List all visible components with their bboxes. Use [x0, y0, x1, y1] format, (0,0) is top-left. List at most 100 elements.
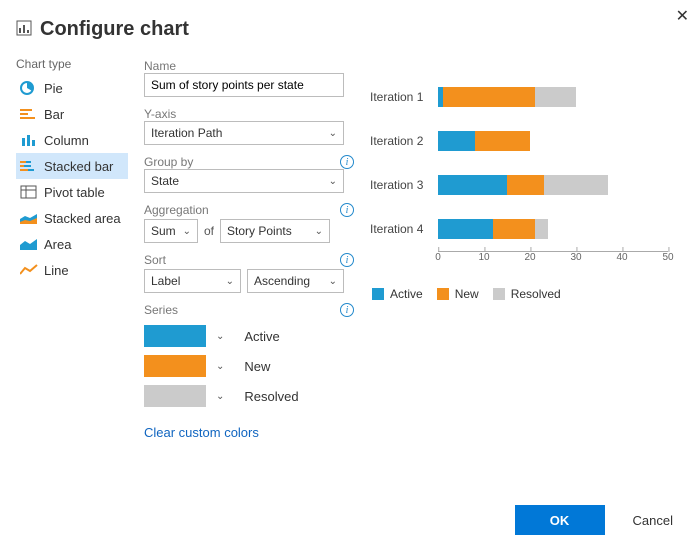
chart-preview: Iteration 1 Iteration 2 Iteration 3 Iterati… [370, 75, 680, 295]
legend-item: Active [372, 287, 423, 301]
legend-label: Resolved [511, 287, 561, 301]
chevron-down-icon[interactable]: ⌄ [216, 331, 224, 342]
axis-tick: 50 [662, 252, 673, 263]
chart-type-area[interactable]: Area [16, 231, 128, 257]
chart-row: Iteration 1 [370, 75, 680, 119]
series-label: Active [244, 329, 279, 344]
chart-bar [438, 131, 680, 151]
chart-type-bar[interactable]: Bar [16, 101, 128, 127]
chart-category-label: Iteration 3 [370, 178, 438, 192]
info-icon[interactable]: i [340, 253, 354, 267]
chevron-down-icon: ⌄ [329, 276, 337, 287]
chart-category-label: Iteration 2 [370, 134, 438, 148]
chart-segment-resolved [544, 175, 608, 195]
chevron-down-icon: ⌄ [226, 276, 234, 287]
chart-type-stacked-bar[interactable]: Stacked bar [16, 153, 128, 179]
chart-type-label: Stacked bar [44, 159, 113, 174]
ok-button[interactable]: OK [515, 505, 605, 535]
series-row-new: ⌄ New [144, 355, 354, 377]
aggregation-field-value: Story Points [227, 224, 292, 238]
legend-item: Resolved [493, 287, 561, 301]
yaxis-value: Iteration Path [151, 126, 222, 140]
pivot-table-icon [20, 185, 38, 199]
groupby-select[interactable]: State ⌄ [144, 169, 344, 193]
axis-tick: 10 [478, 252, 489, 263]
chart-type-stacked-area[interactable]: Stacked area [16, 205, 128, 231]
close-icon[interactable]: ✕ [676, 6, 689, 26]
series-color-swatch[interactable] [144, 325, 206, 347]
pie-icon [20, 81, 38, 95]
legend-label: Active [390, 287, 423, 301]
stacked-area-icon [20, 211, 38, 225]
series-color-swatch[interactable] [144, 355, 206, 377]
legend-item: New [437, 287, 479, 301]
chart-type-pivot-table[interactable]: Pivot table [16, 179, 128, 205]
series-row-active: ⌄ Active [144, 325, 354, 347]
chart-legend: Active New Resolved [372, 287, 680, 301]
axis-tick: 20 [524, 252, 535, 263]
sort-by-select[interactable]: Label ⌄ [144, 269, 241, 293]
chart-type-label: Line [44, 263, 69, 278]
legend-swatch [372, 288, 384, 300]
chart-category-label: Iteration 1 [370, 90, 438, 104]
chart-type-label: Stacked area [44, 211, 121, 226]
chart-segment-active [438, 219, 493, 239]
sort-label: Sort [144, 253, 166, 267]
series-row-resolved: ⌄Resolved [144, 385, 354, 407]
legend-swatch [493, 288, 505, 300]
legend-swatch [437, 288, 449, 300]
chart-type-heading: Chart type [16, 57, 128, 71]
series-color-swatch[interactable] [144, 385, 206, 407]
legend-label: New [455, 287, 479, 301]
axis-tick: 0 [435, 252, 441, 263]
chart-type-label: Column [44, 133, 89, 148]
info-icon[interactable]: i [340, 203, 354, 217]
chart-row: Iteration 2 [370, 119, 680, 163]
info-icon[interactable]: i [340, 155, 354, 169]
yaxis-select[interactable]: Iteration Path ⌄ [144, 121, 344, 145]
aggregation-field-select[interactable]: Story Points ⌄ [220, 219, 330, 243]
chart-bar [438, 219, 680, 239]
clear-custom-colors-link[interactable]: Clear custom colors [144, 425, 354, 440]
chart-config-icon [16, 20, 32, 39]
chart-type-column[interactable]: Column [16, 127, 128, 153]
column-icon [20, 133, 38, 147]
groupby-label: Group by [144, 155, 193, 169]
aggregation-label: Aggregation [144, 203, 209, 217]
cancel-button[interactable]: Cancel [627, 512, 679, 529]
sort-by-value: Label [151, 274, 180, 288]
chart-segment-new [507, 175, 544, 195]
chart-segment-new [493, 219, 534, 239]
chart-type-line[interactable]: Line [16, 257, 128, 283]
bar-icon [20, 107, 38, 121]
chart-type-pie[interactable]: Pie [16, 75, 128, 101]
chart-bar [438, 175, 680, 195]
area-icon [20, 237, 38, 251]
name-label: Name [144, 59, 354, 73]
chart-segment-new [475, 131, 530, 151]
chart-segment-new [443, 87, 535, 107]
aggregation-func-select[interactable]: Sum ⌄ [144, 219, 198, 243]
chart-bar [438, 87, 680, 107]
name-input[interactable] [144, 73, 344, 97]
chart-segment-resolved [535, 219, 549, 239]
chevron-down-icon: ⌄ [183, 226, 191, 237]
sort-dir-select[interactable]: Ascending ⌄ [247, 269, 344, 293]
series-label: Series [144, 303, 178, 317]
chevron-down-icon[interactable]: ⌄ [216, 391, 224, 402]
aggregation-func-value: Sum [151, 224, 176, 238]
chevron-down-icon[interactable]: ⌄ [216, 361, 224, 372]
chart-segment-active [438, 131, 475, 151]
aggregation-of-word: of [204, 224, 214, 238]
chart-type-label: Bar [44, 107, 64, 122]
info-icon[interactable]: i [340, 303, 354, 317]
sort-dir-value: Ascending [254, 274, 310, 288]
chart-category-label: Iteration 4 [370, 222, 438, 236]
chart-type-label: Pivot table [44, 185, 105, 200]
stacked-bar-icon [20, 159, 38, 173]
series-label: New [244, 359, 270, 374]
chart-row: Iteration 3 [370, 163, 680, 207]
chart-row: Iteration 4 [370, 207, 680, 251]
chevron-down-icon: ⌄ [329, 128, 337, 139]
axis-tick: 40 [616, 252, 627, 263]
